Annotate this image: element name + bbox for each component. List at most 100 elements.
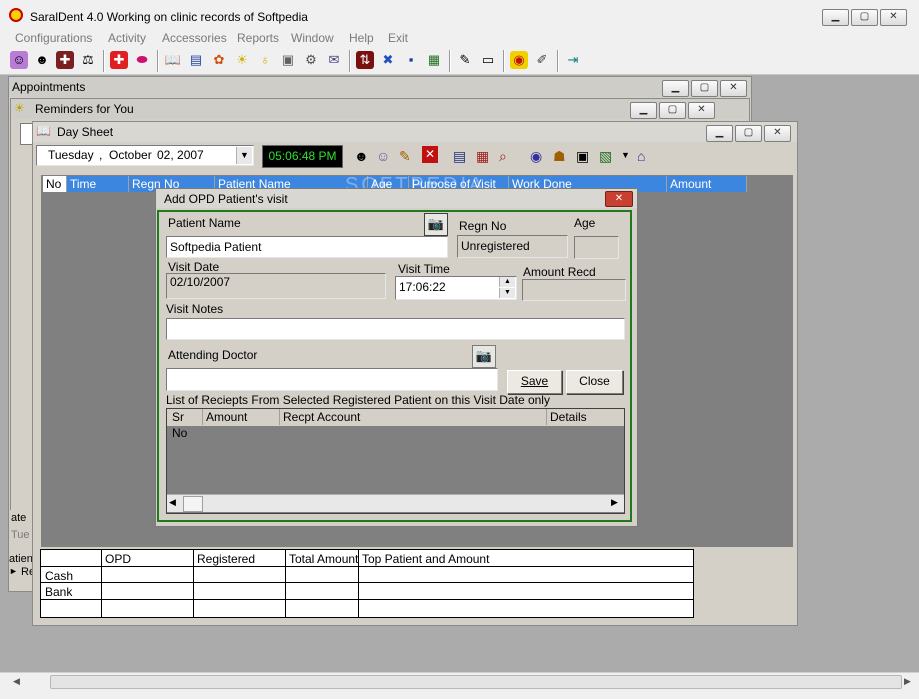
scales-icon[interactable]: ⚖ bbox=[79, 51, 97, 69]
receipts-list-label: List of Reciepts From Selected Registere… bbox=[166, 393, 550, 407]
book-icon[interactable]: 📖 bbox=[164, 51, 182, 69]
left-panel: ate Tue atien ► Re bbox=[9, 510, 35, 590]
receipts-hscrollbar[interactable]: ◀ ▶ bbox=[167, 494, 624, 512]
monitor-icon[interactable]: ▭ bbox=[479, 51, 497, 69]
left-day-value: Tue bbox=[11, 529, 30, 541]
amount-recd-field bbox=[522, 279, 626, 301]
chart-icon[interactable]: ▧ bbox=[599, 148, 612, 165]
people-icon[interactable]: ☗ bbox=[553, 148, 566, 165]
table-icon[interactable]: ▦ bbox=[476, 148, 489, 165]
mask-icon[interactable]: ☺ bbox=[376, 148, 390, 164]
doctor-icon[interactable]: ✚ bbox=[56, 51, 74, 69]
pill-icon[interactable]: ⬬ bbox=[133, 51, 151, 69]
summary-col-top: Top Patient and Amount bbox=[362, 552, 490, 566]
monitor-icon[interactable]: ▣ bbox=[576, 148, 589, 165]
day-sheet-minimize-button[interactable]: ▁ bbox=[706, 125, 733, 142]
menu-help[interactable]: Help bbox=[349, 31, 374, 45]
time-up-icon[interactable]: ▲ bbox=[499, 277, 515, 287]
menu-reports[interactable]: Reports bbox=[237, 31, 279, 45]
toolbar-separator bbox=[103, 50, 105, 72]
gift-icon[interactable]: ✿ bbox=[210, 51, 228, 69]
gears-icon[interactable]: ⚙ bbox=[302, 51, 320, 69]
appointments-close-button[interactable]: ✕ bbox=[720, 80, 747, 97]
receipt-col-details[interactable]: Details bbox=[547, 409, 624, 425]
receipts-table: Sr No Amount Recpt Account Details ◀ ▶ bbox=[166, 408, 625, 514]
photo-icon[interactable]: ▦ bbox=[425, 51, 443, 69]
reminders-title: Reminders for You bbox=[35, 102, 134, 116]
brush-icon[interactable]: ✎ bbox=[399, 148, 411, 165]
bulb-small-icon[interactable]: ♁ bbox=[256, 51, 274, 69]
receipt-col-sr[interactable]: Sr No bbox=[169, 409, 203, 440]
visit-time-field[interactable]: 17:06:22 ▲ ▼ bbox=[395, 276, 517, 300]
patient-name-field[interactable]: Softpedia Patient bbox=[166, 236, 448, 258]
edit-icon[interactable]: ✎ bbox=[456, 51, 474, 69]
main-hscrollbar[interactable]: ◀ ▶ bbox=[0, 672, 919, 691]
col-header[interactable]: Time bbox=[67, 176, 129, 192]
app-restore-button[interactable]: ▢ bbox=[851, 9, 878, 26]
camera-icon[interactable]: 📷 bbox=[424, 213, 448, 236]
date-picker[interactable]: Tuesday , October 02, 2007 ▼ bbox=[36, 145, 254, 166]
appointments-restore-button[interactable]: ▢ bbox=[691, 80, 718, 97]
menu-configurations[interactable]: Configurations bbox=[15, 31, 92, 45]
app-minimize-button[interactable]: ▁ bbox=[822, 9, 849, 26]
zoom-icon[interactable]: ⌕ bbox=[499, 148, 507, 165]
scroll-right-icon[interactable]: ▶ bbox=[611, 497, 618, 508]
menu-exit[interactable]: Exit bbox=[388, 31, 408, 45]
menu-bar: Configurations Activity Accessories Repo… bbox=[0, 30, 919, 48]
reminders-close-button[interactable]: ✕ bbox=[688, 102, 715, 119]
face-icon[interactable]: ☻ bbox=[33, 51, 51, 69]
scroll-thumb[interactable] bbox=[50, 675, 902, 689]
chevron-down-icon[interactable]: ▼ bbox=[236, 147, 252, 164]
app-close-button[interactable]: ✕ bbox=[880, 9, 907, 26]
col-header[interactable]: No bbox=[43, 176, 67, 192]
col-header[interactable]: Amount bbox=[667, 176, 747, 192]
notes-icon[interactable]: ▤ bbox=[187, 51, 205, 69]
receipt-col-amount[interactable]: Amount bbox=[203, 409, 280, 425]
scroll-thumb[interactable] bbox=[183, 496, 203, 512]
visit-notes-field[interactable] bbox=[166, 318, 625, 340]
left-date-label: ate bbox=[11, 512, 27, 524]
camera-icon[interactable]: 📷 bbox=[472, 345, 496, 368]
target-icon[interactable]: ◉ bbox=[510, 51, 528, 69]
scroll-right-icon[interactable]: ▶ bbox=[904, 676, 911, 687]
mask-icon[interactable]: ☺ bbox=[10, 51, 28, 69]
appointments-minimize-button[interactable]: ▁ bbox=[662, 80, 689, 97]
document-icon[interactable]: ✐ bbox=[533, 51, 551, 69]
close-button[interactable]: Close bbox=[566, 370, 623, 394]
reminders-restore-button[interactable]: ▢ bbox=[659, 102, 686, 119]
exit-icon[interactable]: ⇥ bbox=[564, 51, 582, 69]
menu-window[interactable]: Window bbox=[291, 31, 334, 45]
scroll-left-icon[interactable]: ◀ bbox=[13, 676, 20, 687]
age-field bbox=[574, 236, 619, 259]
face-icon[interactable]: ☻ bbox=[354, 148, 369, 164]
chevron-down-icon[interactable]: ▼ bbox=[621, 150, 630, 160]
app-titlebar: SaralDent 4.0 Working on clinic records … bbox=[0, 0, 919, 30]
medicine-icon[interactable]: ▣ bbox=[279, 51, 297, 69]
first-aid-icon[interactable]: ✚ bbox=[110, 51, 128, 69]
receipts-header: Sr No Amount Recpt Account Details bbox=[167, 409, 624, 440]
dialog-close-button[interactable]: ✕ bbox=[605, 191, 633, 207]
receipt-col-account[interactable]: Recpt Account bbox=[280, 409, 547, 425]
visit-time-value: 17:06:22 bbox=[399, 280, 446, 294]
scroll-left-icon[interactable]: ◀ bbox=[169, 497, 176, 508]
day-sheet-restore-button[interactable]: ▢ bbox=[735, 125, 762, 142]
menu-accessories[interactable]: Accessories bbox=[162, 31, 227, 45]
menu-activity[interactable]: Activity bbox=[108, 31, 146, 45]
time-down-icon[interactable]: ▼ bbox=[499, 288, 515, 298]
globe-icon[interactable]: ◉ bbox=[530, 148, 542, 165]
save-icon[interactable]: ▪ bbox=[402, 51, 420, 69]
regn-no-label: Regn No bbox=[459, 219, 507, 233]
attending-doctor-field[interactable] bbox=[166, 368, 498, 391]
print-icon[interactable]: ▤ bbox=[453, 148, 466, 165]
delete-icon[interactable]: ✕ bbox=[422, 146, 438, 163]
tools-icon[interactable]: ✖ bbox=[379, 51, 397, 69]
home-icon[interactable]: ⌂ bbox=[637, 148, 645, 164]
reminders-minimize-button[interactable]: ▁ bbox=[630, 102, 657, 119]
mail-icon[interactable]: ✉ bbox=[325, 51, 343, 69]
bulb-icon[interactable]: ☀ bbox=[233, 51, 251, 69]
amount-recd-label: Amount Recd bbox=[523, 265, 596, 279]
sliders-icon[interactable]: ⇅ bbox=[356, 51, 374, 69]
day-sheet-close-button[interactable]: ✕ bbox=[764, 125, 791, 142]
save-button[interactable]: Save bbox=[507, 370, 562, 394]
toolbar-separator bbox=[503, 50, 505, 72]
